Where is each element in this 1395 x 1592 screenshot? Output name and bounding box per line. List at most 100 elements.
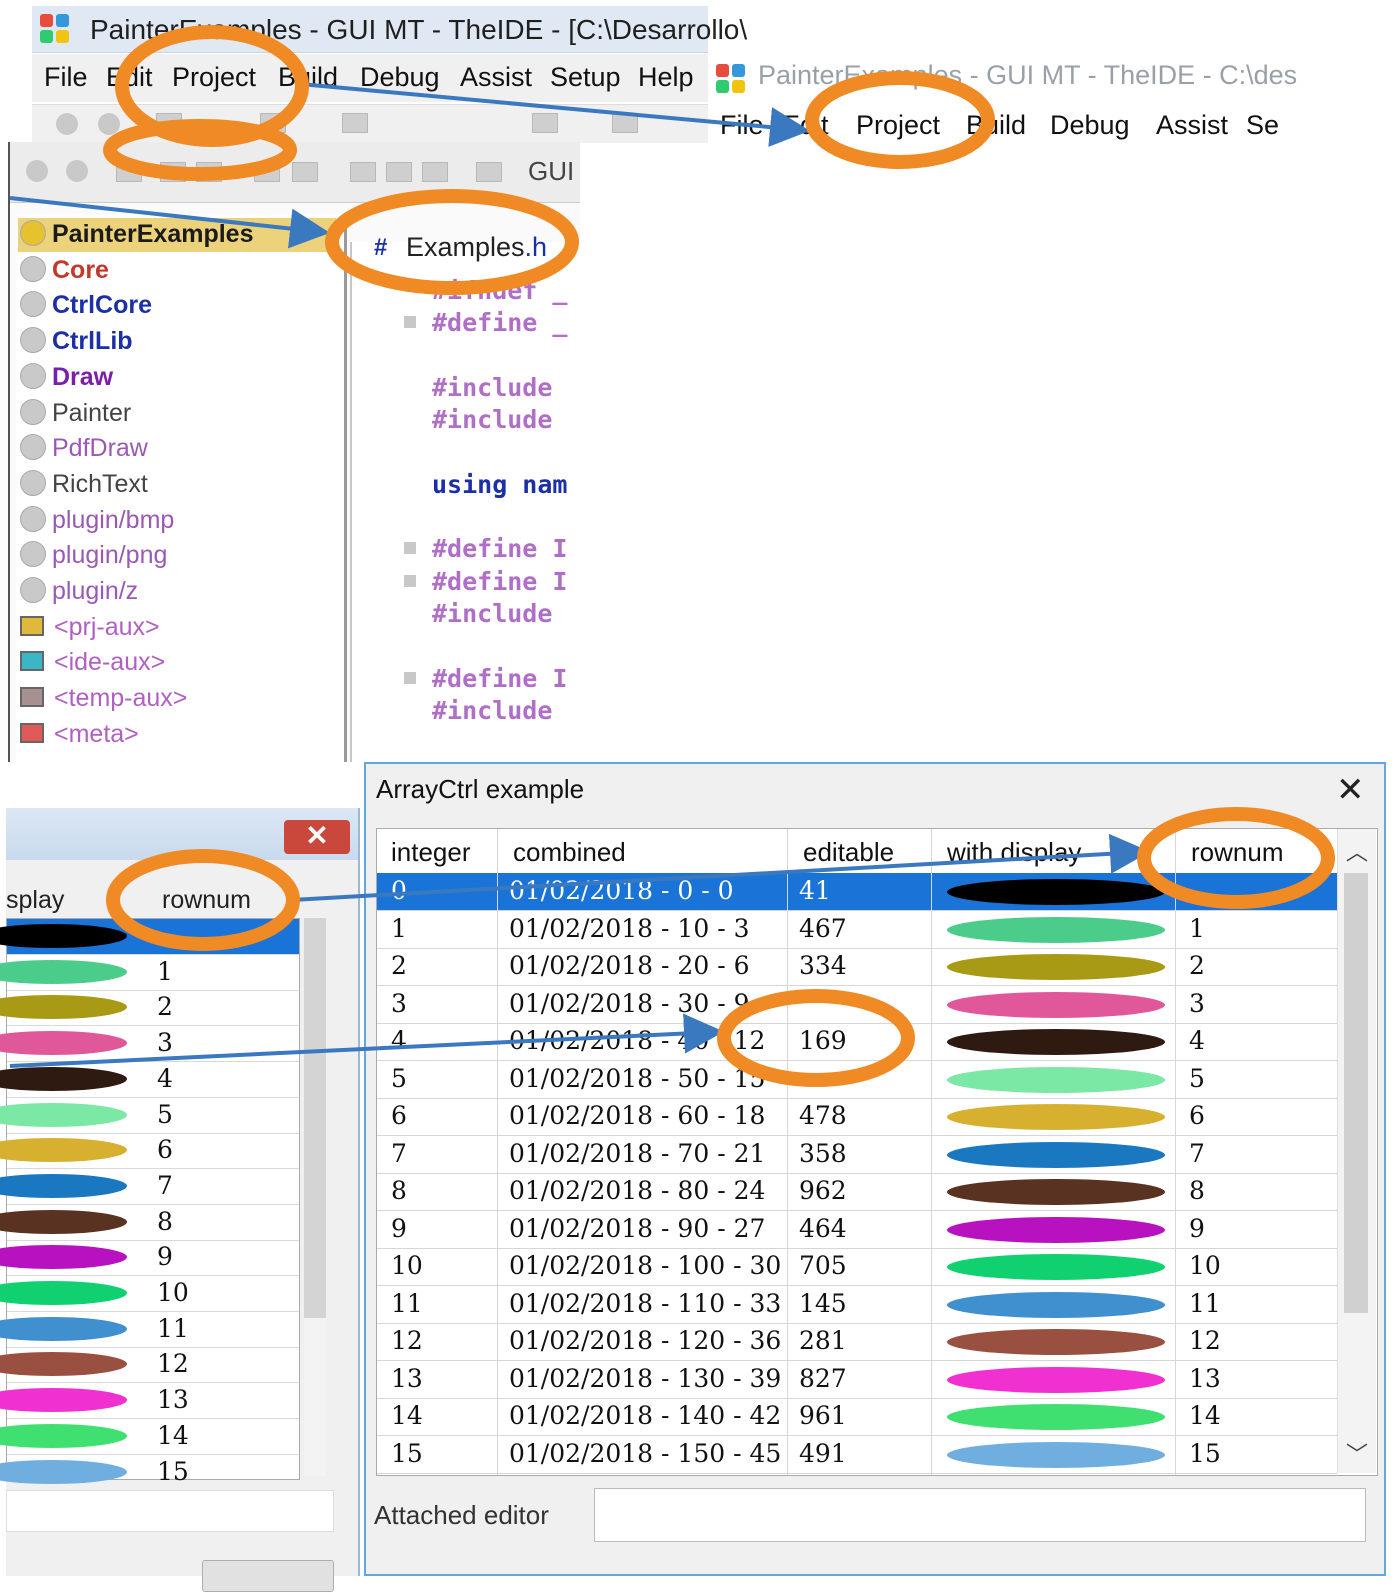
editable-cell[interactable]: 827 (799, 1364, 847, 1393)
copy-icon[interactable] (386, 162, 412, 182)
package-item[interactable]: Core (20, 255, 109, 290)
package-item[interactable]: PainterExamples (20, 220, 254, 254)
attached-editor-field[interactable] (594, 1488, 1366, 1542)
package-item[interactable]: <prj-aux> (20, 613, 160, 647)
toggle-icon[interactable] (160, 162, 186, 182)
code-editor[interactable]: #ifndef _ #define _ #include #include using … (350, 242, 580, 762)
package-item[interactable]: Draw (20, 362, 113, 397)
vertical-scrollbar[interactable]: ︿ ﹀ (1337, 829, 1376, 1473)
table-row[interactable]: 11 (0, 1312, 299, 1348)
close-icon[interactable]: ✕ (1336, 770, 1365, 810)
scroll-down-icon[interactable]: ﹀ (1346, 1437, 1368, 1469)
editable-cell[interactable]: 705 (799, 1251, 847, 1280)
table-row[interactable]: 4 (0, 1062, 299, 1098)
cut-icon[interactable] (350, 162, 376, 182)
menu-edit[interactable]: Edit (782, 110, 829, 141)
counter-icon[interactable] (196, 162, 222, 182)
package-item[interactable]: <meta> (20, 720, 139, 754)
table-row[interactable]: 9 (0, 1240, 299, 1277)
menu-setup[interactable]: Se (1246, 110, 1279, 141)
code-line[interactable]: #include (432, 405, 552, 434)
menu-help[interactable]: Help (638, 62, 694, 93)
forward-icon[interactable] (66, 160, 88, 182)
vertical-scrollbar[interactable] (304, 916, 326, 1476)
table-row[interactable]: 13 (0, 1383, 299, 1420)
table-row[interactable]: 7 01/02/2018 - 70 - 21 358 7 (377, 1136, 1337, 1174)
package-item[interactable]: plugin/png (20, 541, 167, 575)
table-row[interactable]: 5 01/02/2018 - 50 - 15 5 (377, 1061, 1337, 1099)
editable-cell[interactable]: 41 (799, 876, 831, 905)
menu-file[interactable]: File (720, 110, 764, 141)
table-row[interactable]: 15 01/02/2018 - 150 - 45 491 15 (377, 1436, 1337, 1474)
table-row[interactable]: 1 01/02/2018 - 10 - 3 467 1 (377, 911, 1337, 949)
build-config-label[interactable]: GUI (528, 156, 574, 187)
editable-cell[interactable]: 491 (799, 1439, 847, 1468)
table-row[interactable]: 2 01/02/2018 - 20 - 6 334 2 (377, 948, 1337, 986)
menu-build[interactable]: Build (278, 62, 338, 93)
menu-setup[interactable]: Setup (550, 62, 621, 93)
table-row[interactable]: 5 (0, 1098, 299, 1134)
table-row[interactable]: 0 01/02/2018 - 0 - 0 41 (377, 873, 1337, 911)
table-row[interactable]: 14 01/02/2018 - 140 - 42 961 14 (377, 1398, 1337, 1436)
package-item[interactable]: <ide-aux> (20, 648, 165, 682)
package-list[interactable]: PainterExamples Core CtrlCore CtrlLib Draw Pa… (16, 214, 347, 762)
fold-marker-icon[interactable] (404, 671, 416, 684)
table-row[interactable]: 7 (0, 1169, 299, 1205)
editable-cell[interactable]: 961 (799, 1401, 847, 1430)
package-item[interactable]: plugin/bmp (20, 505, 174, 540)
editable-cell[interactable]: 464 (799, 1214, 847, 1243)
package-item[interactable]: <temp-aux> (20, 684, 187, 718)
fold-marker-icon[interactable] (404, 574, 416, 587)
code-line[interactable]: #define I (432, 534, 567, 563)
package-item[interactable]: CtrlCore (20, 291, 152, 325)
save-icon[interactable] (476, 162, 502, 182)
column-header-editable[interactable]: editable (803, 837, 894, 868)
table-row[interactable]: 3 01/02/2018 - 30 - 9 3 (377, 986, 1337, 1024)
undo-icon[interactable] (254, 162, 280, 182)
package-icon[interactable] (422, 162, 448, 182)
editable-cell[interactable]: 467 (799, 914, 847, 943)
code-line[interactable]: using nam (432, 470, 567, 499)
menu-project[interactable]: Project (856, 110, 940, 141)
editable-cell[interactable]: 962 (799, 1176, 847, 1205)
table-row[interactable]: 12 01/02/2018 - 120 - 36 281 12 (377, 1323, 1337, 1361)
menu-assist[interactable]: Assist (1156, 110, 1228, 141)
column-header-rownum[interactable]: rownum (162, 886, 251, 915)
package-icon[interactable] (532, 113, 558, 133)
fold-marker-icon[interactable] (404, 316, 416, 329)
table-row[interactable]: 9 01/02/2018 - 90 - 27 464 9 (377, 1211, 1337, 1249)
column-header-with-display[interactable]: with display (947, 837, 1081, 868)
forward-icon[interactable] (98, 113, 120, 135)
menu-file[interactable]: File (44, 62, 88, 93)
file-tab-examples-h[interactable]: # Examples.h (364, 226, 584, 274)
close-button[interactable]: ✕ (284, 820, 350, 854)
scroll-up-icon[interactable]: ︿ (1346, 835, 1368, 867)
table-row[interactable]: 10 01/02/2018 - 100 - 30 705 10 (377, 1248, 1337, 1286)
table-row[interactable]: 8 (0, 1205, 299, 1241)
editable-cell[interactable]: 358 (799, 1139, 847, 1168)
code-line[interactable]: #define I (432, 664, 567, 693)
table-row[interactable]: 8 01/02/2018 - 80 - 24 962 8 (377, 1173, 1337, 1211)
table-row[interactable]: 6 01/02/2018 - 60 - 18 478 6 (377, 1098, 1337, 1136)
code-line[interactable]: #include (432, 599, 552, 628)
bookmark-icon[interactable] (116, 162, 142, 182)
code-line[interactable]: #define _ (432, 308, 567, 337)
column-header-rownum[interactable]: rownum (1191, 837, 1283, 868)
menu-project[interactable]: Project (172, 62, 256, 93)
menu-debug[interactable]: Debug (360, 62, 440, 93)
editable-cell[interactable]: 145 (799, 1289, 847, 1318)
package-item[interactable]: plugin/z (20, 577, 138, 611)
save-icon[interactable] (612, 113, 638, 133)
redo-icon[interactable] (292, 162, 318, 182)
code-line[interactable]: #define I (432, 567, 567, 596)
table-row[interactable] (0, 919, 299, 955)
package-item[interactable]: PdfDraw (20, 434, 148, 468)
menu-edit[interactable]: Edit (106, 62, 153, 93)
scroll-thumb[interactable] (304, 918, 326, 1318)
attached-editor-field[interactable] (6, 1490, 334, 1532)
table-row[interactable]: 15 (0, 1455, 299, 1491)
column-header-integer[interactable]: integer (391, 837, 471, 868)
back-icon[interactable] (26, 160, 48, 182)
table-row[interactable]: 12 (0, 1347, 299, 1384)
table-row[interactable]: 6 (0, 1133, 299, 1170)
